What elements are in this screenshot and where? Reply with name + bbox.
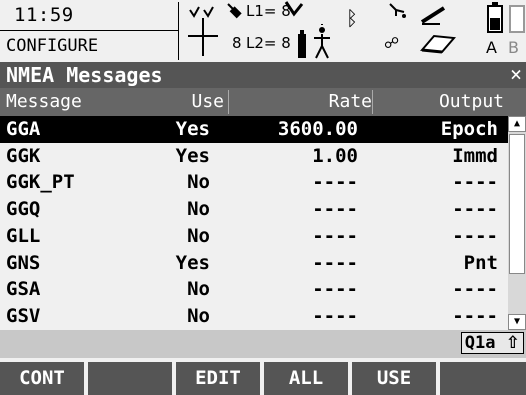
column-header-rate[interactable]: Rate [329, 91, 372, 112]
output-cell: Immd [452, 144, 498, 167]
link-icon: ☍ [384, 34, 400, 52]
softkey-empty[interactable] [88, 362, 172, 395]
column-divider [228, 90, 229, 114]
rate-cell: 3600.00 [277, 118, 358, 140]
clock: 11:59 [14, 4, 74, 26]
rate-cell: 1.00 [312, 144, 358, 167]
column-divider [372, 90, 373, 114]
softkey-cont[interactable]: CONT [0, 362, 84, 395]
shift-icon: ⇧ [505, 333, 520, 353]
table-row[interactable]: GGK Yes 1.00 Immd [0, 143, 508, 170]
rover-icon [296, 24, 336, 60]
rate-cell: ---- [312, 198, 358, 221]
use-cell: Yes [175, 118, 210, 140]
input-mode-text: Q1a [464, 333, 496, 353]
rate-cell: ---- [312, 304, 358, 327]
rate-cell: ---- [312, 278, 358, 301]
scrollbar[interactable]: ▲ ▼ [508, 116, 526, 330]
table-header: Message Use Rate Output [0, 88, 526, 116]
output-cell: ---- [452, 304, 498, 327]
use-cell: No [187, 278, 210, 301]
output-cell: ---- [452, 198, 498, 221]
message-list: GGA Yes 3600.00 Epoch GGK Yes 1.00 Immd GGK_PT No… [0, 116, 508, 330]
message-cell: GLL [6, 224, 41, 247]
scroll-down-icon[interactable]: ▼ [508, 314, 526, 330]
softkey-empty[interactable] [440, 362, 526, 395]
divider [0, 30, 178, 31]
output-cell: ---- [452, 171, 498, 194]
output-cell: ---- [452, 224, 498, 247]
bluetooth-icon: ᛒ [346, 6, 358, 30]
softkey-bar: CONT EDIT ALL USE [0, 362, 526, 395]
position-mode-icon [186, 4, 220, 58]
title-bar: NMEA Messages × [0, 62, 526, 88]
message-cell: GGQ [6, 198, 41, 221]
output-cell: ---- [452, 278, 498, 301]
softkey-all[interactable]: ALL [264, 362, 348, 395]
battery-icon [486, 2, 526, 34]
l2-satellites: L2= 8 [246, 34, 291, 52]
signal-icon [284, 0, 304, 18]
rate-cell: ---- [312, 224, 358, 247]
output-cell: Pnt [463, 251, 498, 274]
status-bar: 11:59 CONFIGURE L1= 8 8 L2= 8 ᛒ ☍ A B [0, 0, 526, 62]
use-cell: No [187, 224, 210, 247]
use-cell: No [187, 171, 210, 194]
satellite-icon [226, 2, 248, 24]
table-row[interactable]: GSV No ---- ---- [0, 303, 508, 330]
table-row[interactable]: GNS Yes ---- Pnt [0, 250, 508, 277]
message-cell: GNS [6, 251, 41, 274]
table-row[interactable]: GGK_PT No ---- ---- [0, 169, 508, 196]
divider [178, 2, 179, 60]
output-cell: Epoch [440, 118, 498, 140]
message-cell: GSA [6, 278, 41, 301]
rate-cell: ---- [312, 251, 358, 274]
network-icon [388, 2, 408, 20]
message-cell: GGA [6, 118, 41, 140]
column-header-output[interactable]: Output [439, 91, 504, 112]
use-cell: Yes [175, 251, 210, 274]
message-cell: GSV [6, 304, 41, 327]
pen-icon [420, 4, 450, 26]
rate-cell: ---- [312, 171, 358, 194]
table-row[interactable]: GSA No ---- ---- [0, 276, 508, 303]
scroll-thumb[interactable] [509, 134, 525, 274]
table-row[interactable]: GLL No ---- ---- [0, 223, 508, 250]
table-row[interactable]: GGA Yes 3600.00 Epoch [0, 116, 508, 143]
message-cell: GGK [6, 144, 41, 167]
table-row[interactable]: GGQ No ---- ---- [0, 196, 508, 223]
memory-card-icon [420, 32, 456, 54]
sat-count: 8 [232, 34, 242, 52]
input-status-bar: Q1a ⇧ [0, 330, 526, 358]
battery-b-label: B [508, 38, 519, 57]
column-header-use[interactable]: Use [191, 91, 224, 112]
message-cell: GGK_PT [6, 171, 75, 194]
mode-label: CONFIGURE [6, 36, 99, 56]
softkey-edit[interactable]: EDIT [176, 362, 260, 395]
use-cell: No [187, 198, 210, 221]
close-icon[interactable]: × [510, 62, 522, 86]
battery-a-label: A [486, 38, 497, 57]
column-header-message[interactable]: Message [6, 91, 82, 112]
scroll-up-icon[interactable]: ▲ [508, 116, 526, 132]
input-mode-indicator: Q1a ⇧ [460, 332, 524, 354]
softkey-use[interactable]: USE [352, 362, 436, 395]
use-cell: No [187, 304, 210, 327]
use-cell: Yes [175, 144, 210, 167]
page-title: NMEA Messages [6, 63, 163, 87]
